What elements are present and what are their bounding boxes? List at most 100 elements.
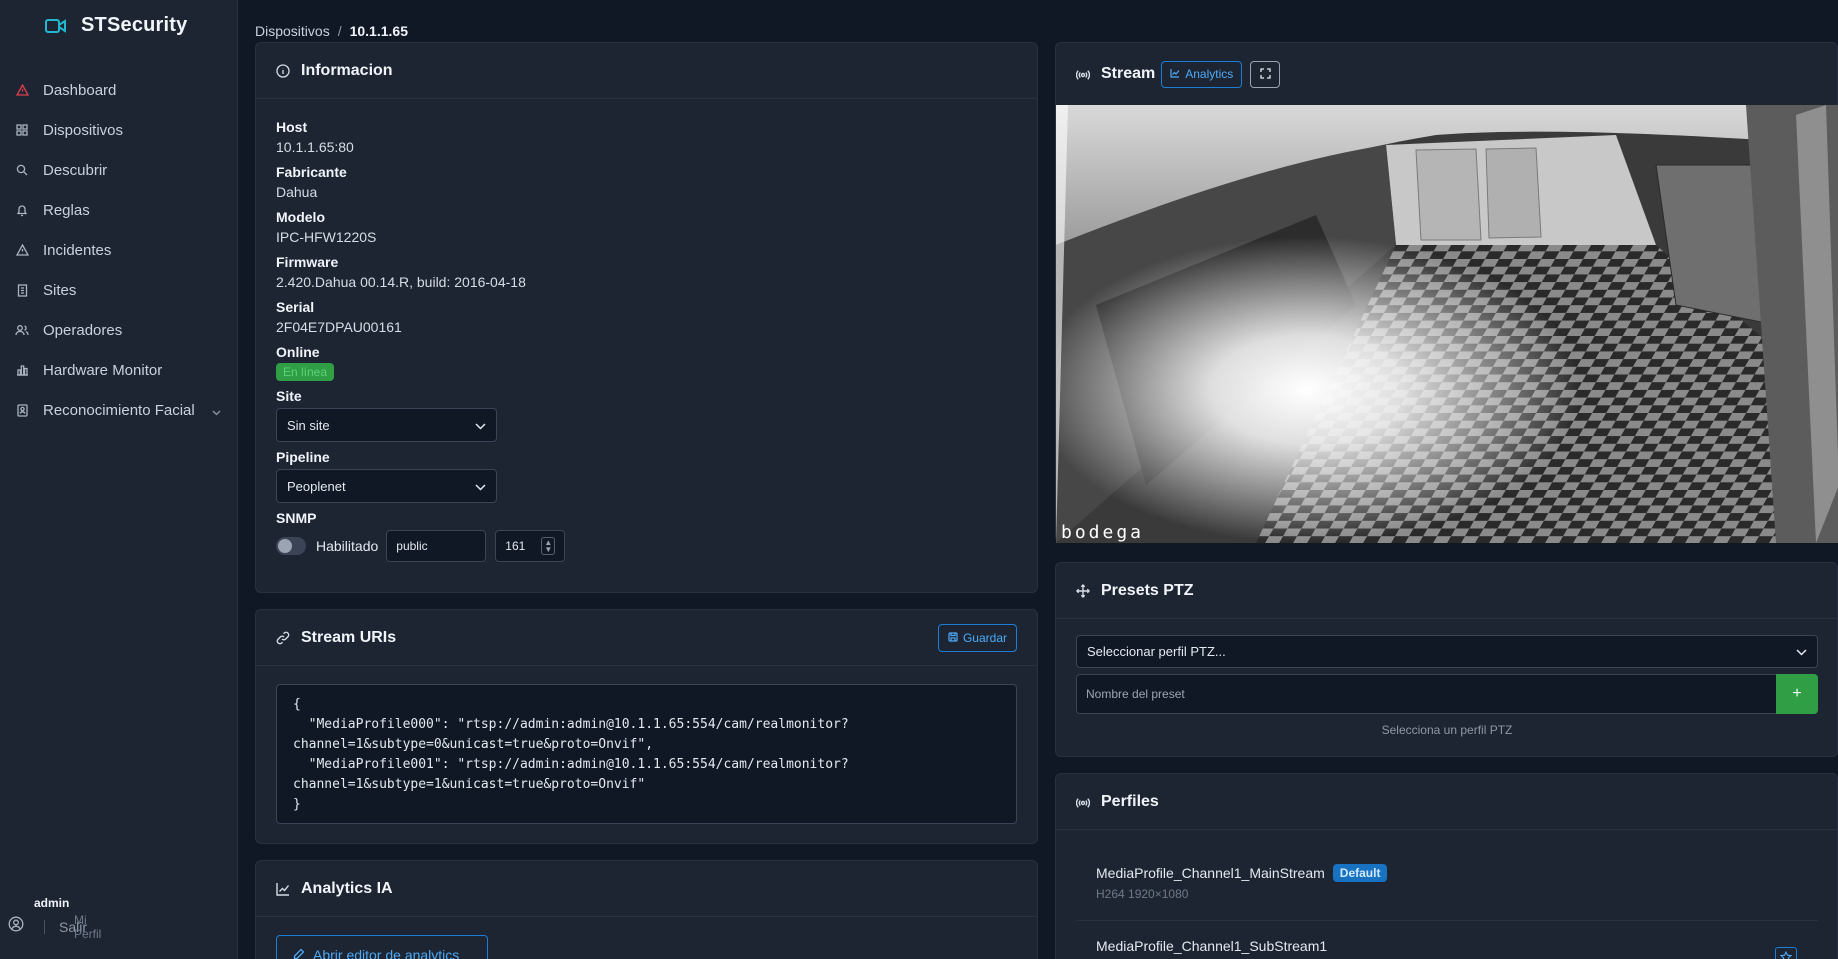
brand[interactable]: STSecurity — [45, 14, 187, 37]
breadcrumb: Dispositivos / 10.1.1.65 — [255, 23, 408, 39]
profiles-title: Perfiles — [1076, 793, 1159, 811]
sidebar: STSecurity Dashboard Dispositivos Descub… — [0, 0, 238, 959]
divider — [1076, 920, 1818, 921]
divider — [44, 920, 45, 934]
snmp-label: SNMP — [276, 510, 317, 526]
sidebar-item-label: Hardware Monitor — [43, 361, 163, 379]
sidebar-item-operadores[interactable]: Operadores — [0, 310, 237, 350]
building-icon — [14, 282, 30, 298]
broadcast-icon — [1076, 67, 1091, 82]
sidebar-item-label: Operadores — [43, 321, 123, 339]
snmp-community-input[interactable]: public — [386, 530, 487, 562]
sidebar-item-label: Dispositivos — [43, 121, 124, 139]
profile-name-row: MediaProfile_Channel1_MainStream Default — [1096, 864, 1388, 882]
stream-uris-editor[interactable]: { "MediaProfile000": "rtsp://admin:admin… — [276, 684, 1017, 824]
ptz-title-text: Presets PTZ — [1101, 581, 1194, 599]
stream-uris-title-text: Stream URIs — [301, 628, 397, 646]
breadcrumb-dispositivos[interactable]: Dispositivos — [255, 23, 330, 39]
chevron-down-icon — [475, 479, 486, 494]
pipeline-select[interactable]: Peoplenet — [276, 469, 497, 503]
id-card-icon — [14, 402, 30, 418]
analytics-title: Analytics IA — [276, 880, 393, 898]
chevron-down-icon — [1796, 644, 1807, 659]
sidebar-item-label: Reglas — [43, 201, 90, 219]
fullscreen-icon — [1260, 66, 1271, 82]
sidebar-item-label: Incidentes — [43, 241, 112, 259]
online-field: Online En línea — [276, 342, 1017, 381]
profile-name-row: MediaProfile_Channel1_SubStream1 — [1096, 938, 1327, 954]
open-analytics-editor-button[interactable]: Abrir editor de analytics — [276, 935, 488, 959]
snmp-row: Habilitado public 161 ▲ ▼ — [276, 530, 1017, 562]
sidebar-item-sites[interactable]: Sites — [0, 270, 237, 310]
save-button[interactable]: Guardar — [937, 623, 1017, 652]
status-badge: En línea — [276, 363, 335, 381]
snmp-port-value: 161 — [505, 539, 526, 553]
model-field: Modelo IPC-HFW1220S — [276, 207, 1017, 247]
ptz-profile-select[interactable]: Seleccionar perfil PTZ... — [1076, 635, 1818, 668]
sidebar-item-dispositivos[interactable]: Dispositivos — [0, 110, 237, 150]
alert-triangle-icon — [14, 82, 30, 98]
my-profile-link[interactable]: Mi Perfil — [74, 913, 101, 941]
online-label: Online — [276, 344, 320, 360]
camera-frame-image — [1056, 105, 1838, 543]
ptz-header: Presets PTZ — [1056, 563, 1837, 619]
model-value: IPC-HFW1220S — [276, 229, 377, 245]
sidebar-item-label: Reconocimiento Facial — [43, 401, 195, 419]
camera-name-overlay: bodega — [1061, 522, 1145, 543]
sidebar-item-hardware-monitor[interactable]: Hardware Monitor — [0, 350, 237, 390]
pipeline-label: Pipeline — [276, 449, 330, 465]
info-circle-icon — [276, 63, 291, 78]
profiles-card: Perfiles MediaProfile_Channel1_MainStrea… — [1055, 773, 1838, 959]
analytics-toggle-label: Analytics — [1185, 67, 1234, 81]
profile-item[interactable]: MediaProfile_Channel1_MainStream Default… — [1096, 864, 1388, 901]
serial-field: Serial 2F04E7DPAU00161 — [276, 297, 1017, 337]
preset-name-input[interactable]: Nombre del preset — [1076, 674, 1776, 714]
info-card-title: Informacion — [276, 62, 393, 80]
set-default-button[interactable] — [1775, 947, 1797, 959]
sidebar-item-incidentes[interactable]: Incidentes — [0, 230, 237, 270]
stream-uris-header: Stream URIs Guardar — [256, 610, 1037, 666]
bell-icon — [14, 202, 30, 218]
breadcrumb-separator: / — [337, 23, 342, 39]
users-icon — [14, 322, 30, 338]
info-card: Informacion Host 10.1.1.65:80 Fabricante… — [255, 42, 1038, 593]
sidebar-item-dashboard[interactable]: Dashboard — [0, 70, 237, 110]
star-icon — [1779, 950, 1793, 959]
user-links: Mi Perfil Salir — [34, 913, 101, 941]
profiles-title-text: Perfiles — [1101, 792, 1159, 810]
profile-name: MediaProfile_Channel1_MainStream — [1096, 865, 1325, 881]
serial-label: Serial — [276, 299, 315, 315]
fullscreen-button[interactable] — [1250, 60, 1281, 88]
add-preset-button[interactable]: + — [1776, 674, 1818, 714]
sidebar-item-label: Dashboard — [43, 81, 117, 99]
snmp-toggle[interactable] — [276, 537, 306, 555]
vendor-field: Fabricante Dahua — [276, 162, 1017, 202]
snmp-port-input[interactable]: 161 ▲ ▼ — [495, 530, 566, 562]
sidebar-item-reconocimiento-facial[interactable]: Reconocimiento Facial — [0, 390, 237, 430]
analytics-card: Analytics IA Abrir editor de analytics — [255, 860, 1038, 959]
pencil-icon — [293, 947, 305, 959]
host-label: Host — [276, 119, 308, 135]
site-select-value: Sin site — [287, 417, 330, 433]
profile-meta: H264 1920×1080 — [1096, 887, 1189, 901]
broadcast-icon — [1076, 794, 1091, 809]
serial-value: 2F04E7DPAU00161 — [276, 319, 402, 335]
ptz-title: Presets PTZ — [1076, 582, 1193, 600]
sidebar-item-descubrir[interactable]: Descubrir — [0, 150, 237, 190]
snmp-enabled-label: Habilitado — [316, 538, 379, 554]
profile-item[interactable]: MediaProfile_Channel1_SubStream1 — [1096, 938, 1327, 954]
number-stepper-icon[interactable]: ▲ ▼ — [541, 537, 556, 555]
site-select[interactable]: Sin site — [276, 408, 497, 442]
firmware-value: 2.420.Dahua 00.14.R, build: 2016-04-18 — [276, 274, 526, 290]
video-stream[interactable]: bodega — [1056, 105, 1838, 543]
model-label: Modelo — [276, 209, 325, 225]
ptz-card: Presets PTZ Seleccionar perfil PTZ... No… — [1055, 562, 1838, 757]
profile-name: MediaProfile_Channel1_SubStream1 — [1096, 938, 1328, 954]
sidebar-item-reglas[interactable]: Reglas — [0, 190, 237, 230]
analytics-header: Analytics IA — [256, 861, 1037, 917]
analytics-toggle-button[interactable]: Analytics — [1161, 60, 1243, 88]
chart-bar-icon — [14, 362, 30, 378]
user-block: admin Mi Perfil Salir — [8, 892, 228, 942]
site-field: Site Sin site — [276, 386, 1017, 442]
sidebar-item-label: Descubrir — [43, 161, 108, 179]
